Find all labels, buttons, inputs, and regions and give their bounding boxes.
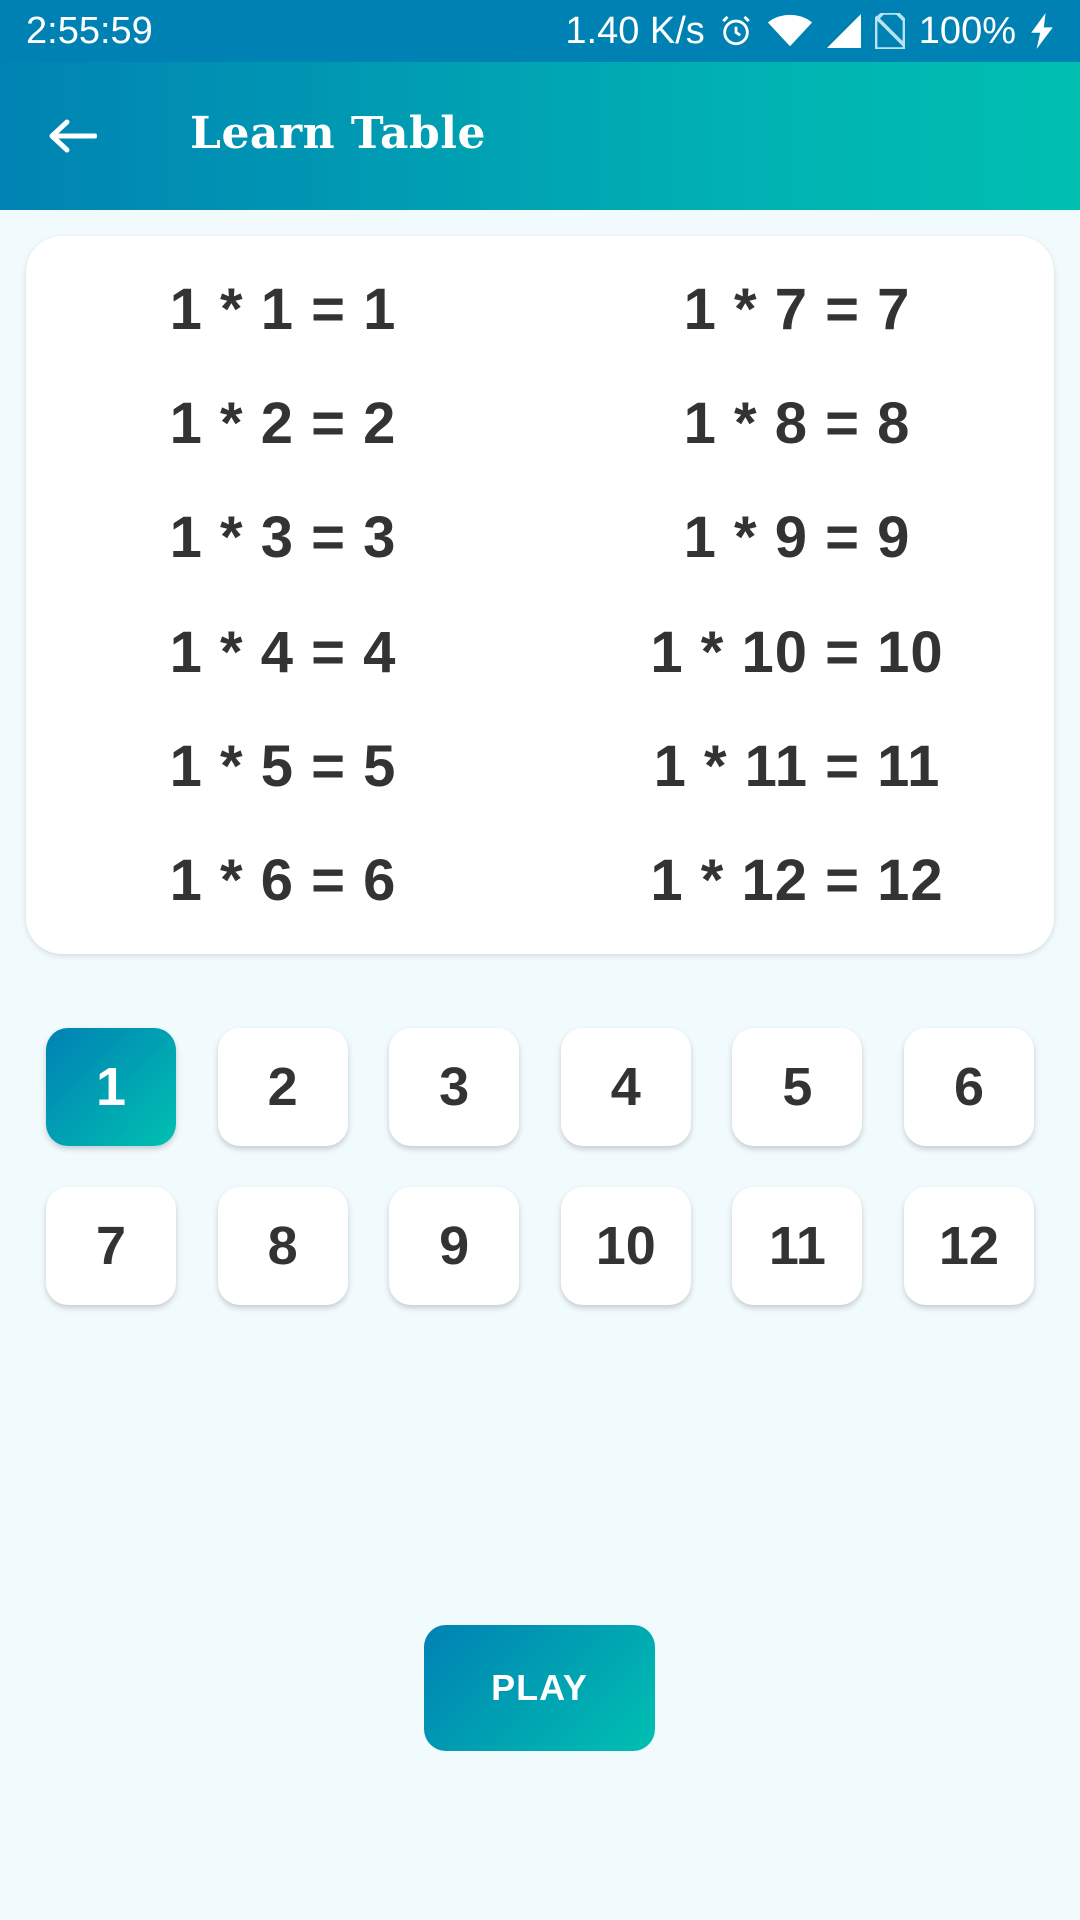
wifi-icon [767, 14, 813, 48]
number-button-8[interactable]: 8 [217, 1187, 348, 1305]
status-bar: 2:55:59 1.40 K/s 100% [0, 0, 1080, 62]
number-button-2[interactable]: 2 [217, 1028, 348, 1146]
number-button-7[interactable]: 7 [46, 1187, 176, 1305]
table-row: 1 * 5 = 5 [169, 733, 397, 799]
app-bar: Learn Table [0, 62, 1080, 210]
arrow-back-icon [49, 119, 97, 153]
table-row: 1 * 6 = 6 [169, 848, 397, 914]
number-button-11[interactable]: 11 [732, 1187, 863, 1305]
number-button-3[interactable]: 3 [389, 1028, 520, 1146]
table-row: 1 * 12 = 12 [650, 848, 944, 914]
number-button-5[interactable]: 5 [732, 1028, 863, 1146]
multiplication-table-card: 1 * 1 = 1 1 * 2 = 2 1 * 3 = 3 1 * 4 = 4 … [26, 236, 1054, 954]
status-icons: 1.40 K/s 100% [565, 10, 1054, 53]
number-button-12[interactable]: 12 [903, 1187, 1034, 1305]
no-sim-icon [874, 13, 905, 49]
table-row: 1 * 7 = 7 [683, 276, 911, 342]
table-row: 1 * 2 = 2 [169, 390, 397, 456]
table-row: 1 * 1 = 1 [169, 276, 397, 342]
status-time: 2:55:59 [26, 9, 153, 52]
play-button[interactable]: PLAY [424, 1625, 655, 1751]
number-button-9[interactable]: 9 [389, 1187, 520, 1305]
number-button-4[interactable]: 4 [560, 1028, 691, 1146]
table-number-selector: 1 2 3 4 5 6 7 8 9 10 11 12 [46, 1028, 1034, 1305]
number-button-10[interactable]: 10 [560, 1187, 691, 1305]
number-button-1[interactable]: 1 [46, 1028, 176, 1146]
alarm-icon [719, 14, 753, 48]
table-row: 1 * 11 = 11 [653, 733, 941, 799]
battery-level: 100% [918, 9, 1016, 52]
charging-icon [1030, 13, 1054, 49]
table-row: 1 * 9 = 9 [683, 505, 911, 571]
table-row: 1 * 10 = 10 [650, 619, 944, 685]
number-button-6[interactable]: 6 [903, 1028, 1034, 1146]
table-row: 1 * 3 = 3 [169, 505, 397, 571]
signal-icon [826, 14, 861, 48]
page-title: Learn Table [190, 108, 486, 159]
table-row: 1 * 8 = 8 [683, 390, 911, 456]
back-button[interactable] [40, 106, 104, 166]
net-speed: 1.40 K/s [565, 9, 705, 52]
table-row: 1 * 4 = 4 [169, 619, 397, 685]
